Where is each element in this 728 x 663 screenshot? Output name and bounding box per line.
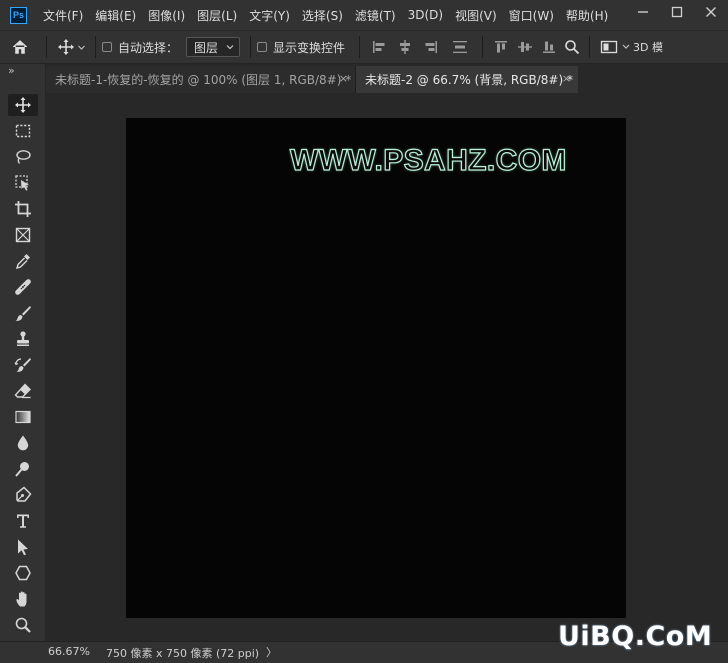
tab-document-2[interactable]: 未标题-2 @ 66.7% (背景, RGB/8#) * × [356,66,578,93]
document-workspace[interactable]: WWW.PSAHZ.COM [46,93,728,641]
menu-image[interactable]: 图像(I) [142,7,191,24]
tab-close-icon[interactable]: × [562,72,571,85]
mode-3d-label[interactable]: 3D 模 [633,39,663,55]
search-icon[interactable] [561,36,583,58]
gradient-tool-icon[interactable] [8,406,38,428]
options-bar: 自动选择： 图层 显示变换控件 3D 模 [0,30,728,64]
close-icon[interactable] [694,0,728,24]
auto-select-target-value: 图层 [194,40,219,55]
zoom-level[interactable]: 66.67% [48,645,90,658]
tool-panel: » [0,64,46,663]
menu-view[interactable]: 视图(V) [449,7,503,24]
distribute-vertical-icon[interactable] [444,36,476,58]
align-right-icon[interactable] [418,36,444,58]
separator [250,36,252,58]
crop-tool-icon[interactable] [8,198,38,220]
menu-select[interactable]: 选择(S) [296,7,349,24]
hand-tool-icon[interactable] [8,588,38,610]
separator [589,36,591,58]
healing-brush-tool-icon[interactable] [8,276,38,298]
menu-help[interactable]: 帮助(H) [560,7,614,24]
zoom-tool-icon[interactable] [8,614,38,636]
tab-label: 未标题-2 @ 66.7% (背景, RGB/8#) * [365,73,573,87]
frame-tool-icon[interactable] [8,224,38,246]
document-tab-bar: 未标题-1-恢复的-恢复的 @ 100% (图层 1, RGB/8#) * × … [46,64,728,93]
menu-3d[interactable]: 3D(D) [402,8,449,22]
tab-document-1[interactable]: 未标题-1-恢复的-恢复的 @ 100% (图层 1, RGB/8#) * × [46,66,356,93]
eraser-tool-icon[interactable] [8,380,38,402]
maximize-icon[interactable] [660,0,694,24]
auto-select-checkbox[interactable] [102,42,112,52]
chevron-down-icon [226,45,234,50]
panel-collapse-icon[interactable]: » [8,64,15,77]
align-bottom-icon[interactable] [537,36,561,58]
document-info: 750 像素 x 750 像素 (72 ppi) [106,647,260,660]
status-info-arrow-icon[interactable]: 〉 [266,644,277,660]
align-horizontal-center-icon[interactable] [392,36,418,58]
tab-close-icon[interactable]: × [339,72,348,85]
auto-select-target-dropdown[interactable]: 图层 [186,37,241,57]
separator [46,36,47,58]
site-watermark: UiBQ.CoM [558,621,713,652]
minimize-icon[interactable] [626,0,660,24]
photoshop-logo[interactable]: Ps [10,6,27,24]
shape-tool-icon[interactable] [8,562,38,584]
marquee-tool-icon[interactable] [8,120,38,142]
lasso-tool-icon[interactable] [8,146,38,168]
menu-edit[interactable]: 编辑(E) [89,7,142,24]
workspace-icon[interactable] [596,36,622,58]
blur-tool-icon[interactable] [8,432,38,454]
separator [482,36,484,58]
brush-tool-icon[interactable] [8,302,38,324]
align-top-icon[interactable] [489,36,513,58]
history-brush-tool-icon[interactable] [8,354,38,376]
move-tool-preset-icon[interactable] [53,36,89,58]
pen-tool-icon[interactable] [8,484,38,506]
auto-select-label: 自动选择： [118,40,179,55]
menu-layer[interactable]: 图层(L) [191,7,243,24]
eyedropper-tool-icon[interactable] [8,250,38,272]
object-select-tool-icon[interactable] [8,172,38,194]
home-icon[interactable] [0,36,40,58]
show-transform-label: 显示变换控件 [273,40,346,55]
move-tool-icon[interactable] [8,94,38,116]
tab-label: 未标题-1-恢复的-恢复的 @ 100% (图层 1, RGB/8#) * [55,73,352,87]
dodge-tool-icon[interactable] [8,458,38,480]
separator [359,36,361,58]
menu-bar: Ps 文件(F) 编辑(E) 图像(I) 图层(L) 文字(Y) 选择(S) 滤… [0,0,728,30]
show-transform-checkbox[interactable] [257,42,268,52]
canvas[interactable]: WWW.PSAHZ.COM [126,118,626,618]
menu-type[interactable]: 文字(Y) [243,7,296,24]
path-selection-tool-icon[interactable] [8,536,38,558]
type-tool-icon[interactable] [8,510,38,532]
canvas-text-layer[interactable]: WWW.PSAHZ.COM [289,143,567,178]
align-left-icon[interactable] [366,36,392,58]
menu-window[interactable]: 窗口(W) [503,7,560,24]
align-vertical-center-icon[interactable] [513,36,537,58]
window-controls [626,0,728,24]
menu-filter[interactable]: 滤镜(T) [349,7,402,24]
separator [95,36,96,58]
menu-file[interactable]: 文件(F) [37,7,89,24]
chevron-down-icon[interactable] [622,42,630,52]
clone-stamp-tool-icon[interactable] [8,328,38,350]
